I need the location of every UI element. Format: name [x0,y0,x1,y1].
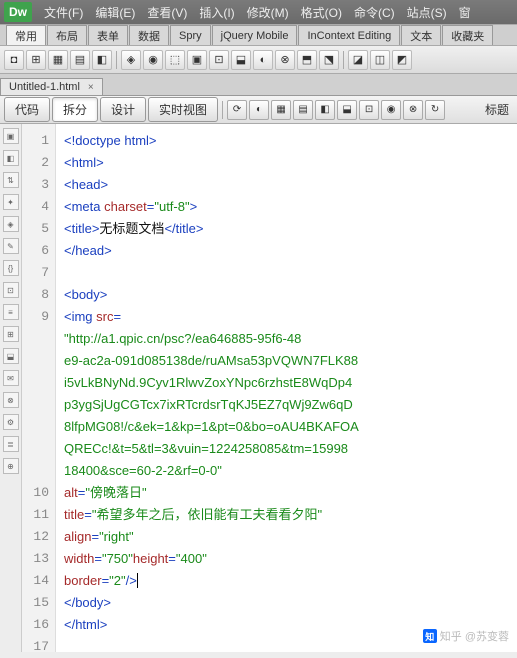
code-editor[interactable]: <!doctype html><html><head><meta charset… [56,124,517,652]
category-tab[interactable]: 文本 [401,25,441,45]
zhihu-logo-icon: 知 [423,629,437,643]
app-logo: Dw [4,2,32,22]
vtool-button[interactable]: ⚙ [3,414,19,430]
insert-category-tabs: 常用布局表单数据SpryjQuery MobileInContext Editi… [0,24,517,46]
watermark: 知 知乎 @苏变蓉 [423,628,509,644]
tool-button[interactable]: ◉ [143,50,163,70]
vertical-toolbar: ▣ ◧ ⇅ ✦ ◈ ✎ {} ⊡ ≡ ⊞ ⬓ ✉ ⊗ ⚙ ≣ ⊕ [0,124,22,652]
category-tab[interactable]: 常用 [6,25,46,45]
category-tab[interactable]: InContext Editing [298,25,400,45]
category-tab[interactable]: Spry [170,25,211,45]
menu-item[interactable]: 格式(O) [295,4,348,21]
tool-button[interactable]: ↻ [425,100,445,120]
vtool-button[interactable]: ✦ [3,194,19,210]
tool-button[interactable]: ⊞ [26,50,46,70]
watermark-text: 知乎 @苏变蓉 [440,628,509,644]
vtool-button[interactable]: ≣ [3,436,19,452]
vtool-button[interactable]: ✉ [3,370,19,386]
tool-button[interactable]: ⊡ [359,100,379,120]
tool-button[interactable]: ⊡ [209,50,229,70]
menu-item[interactable]: 文件(F) [38,4,89,21]
insert-toolbar: ◘⊞▦▤◧ ◈◉⬚▣⊡⬓◐⊗⬒⬔ ◪◫◩ [0,46,517,74]
tool-button[interactable]: ◐ [249,100,269,120]
title-label: 标题 [485,101,513,118]
tool-button[interactable]: ▦ [271,100,291,120]
category-tab[interactable]: 数据 [129,25,169,45]
menu-item[interactable]: 查看(V) [141,4,193,21]
menu-item[interactable]: 编辑(E) [89,4,141,21]
tool-button[interactable]: ⬒ [297,50,317,70]
vtool-button[interactable]: ⊕ [3,458,19,474]
tool-button[interactable]: ◩ [392,50,412,70]
tool-button[interactable]: ⊗ [275,50,295,70]
close-icon[interactable]: × [88,82,94,93]
vtool-button[interactable]: ◧ [3,150,19,166]
category-tab[interactable]: 表单 [88,25,128,45]
editor-area: ▣ ◧ ⇅ ✦ ◈ ✎ {} ⊡ ≡ ⊞ ⬓ ✉ ⊗ ⚙ ≣ ⊕ 123456789 101112131415… [0,124,517,652]
view-button[interactable]: 实时视图 [148,97,218,122]
document-tabs: Untitled-1.html × [0,74,517,96]
menu-item[interactable]: 插入(I) [193,4,240,21]
vtool-button[interactable]: ≡ [3,304,19,320]
tool-button[interactable]: ▤ [293,100,313,120]
vtool-button[interactable]: {} [3,260,19,276]
tool-button[interactable]: ⊗ [403,100,423,120]
menu-item[interactable]: 命令(C) [348,4,401,21]
tool-button[interactable]: ◉ [381,100,401,120]
menu-item[interactable]: 站点(S) [401,4,453,21]
tool-button[interactable]: ⬓ [231,50,251,70]
vtool-button[interactable]: ⊞ [3,326,19,342]
category-tab[interactable]: 收藏夹 [442,25,493,45]
vtool-button[interactable]: ⊗ [3,392,19,408]
vtool-button[interactable]: ✎ [3,238,19,254]
tool-button[interactable]: ◧ [92,50,112,70]
view-toolbar: 代码拆分设计实时视图 ⟳◐▦▤◧⬓⊡◉⊗↻ 标题 [0,96,517,124]
category-tab[interactable]: 布局 [47,25,87,45]
vtool-button[interactable]: ⊡ [3,282,19,298]
vtool-button[interactable]: ▣ [3,128,19,144]
vtool-button[interactable]: ⇅ [3,172,19,188]
menu-bar: Dw 文件(F)编辑(E)查看(V)插入(I)修改(M)格式(O)命令(C)站点… [0,0,517,24]
tool-button[interactable]: ▦ [48,50,68,70]
category-tab[interactable]: jQuery Mobile [212,25,298,45]
tool-button[interactable]: ⬔ [319,50,339,70]
document-tab[interactable]: Untitled-1.html × [0,78,103,95]
tool-button[interactable]: ⟳ [227,100,247,120]
tool-button[interactable]: ◐ [253,50,273,70]
menu-item[interactable]: 修改(M) [241,4,295,21]
tool-button[interactable]: ▣ [187,50,207,70]
document-tab-name: Untitled-1.html [9,81,80,93]
tool-button[interactable]: ◧ [315,100,335,120]
tool-button[interactable]: ◘ [4,50,24,70]
vtool-button[interactable]: ◈ [3,216,19,232]
tool-button[interactable]: ▤ [70,50,90,70]
tool-button[interactable]: ◈ [121,50,141,70]
view-button[interactable]: 拆分 [52,97,98,122]
tool-button[interactable]: ◪ [348,50,368,70]
tool-button[interactable]: ⬚ [165,50,185,70]
view-button[interactable]: 代码 [4,97,50,122]
line-gutter: 123456789 1011121314151617 [22,124,56,652]
vtool-button[interactable]: ⬓ [3,348,19,364]
tool-button[interactable]: ◫ [370,50,390,70]
tool-button[interactable]: ⬓ [337,100,357,120]
menu-item[interactable]: 窗 [453,4,477,21]
view-button[interactable]: 设计 [100,97,146,122]
